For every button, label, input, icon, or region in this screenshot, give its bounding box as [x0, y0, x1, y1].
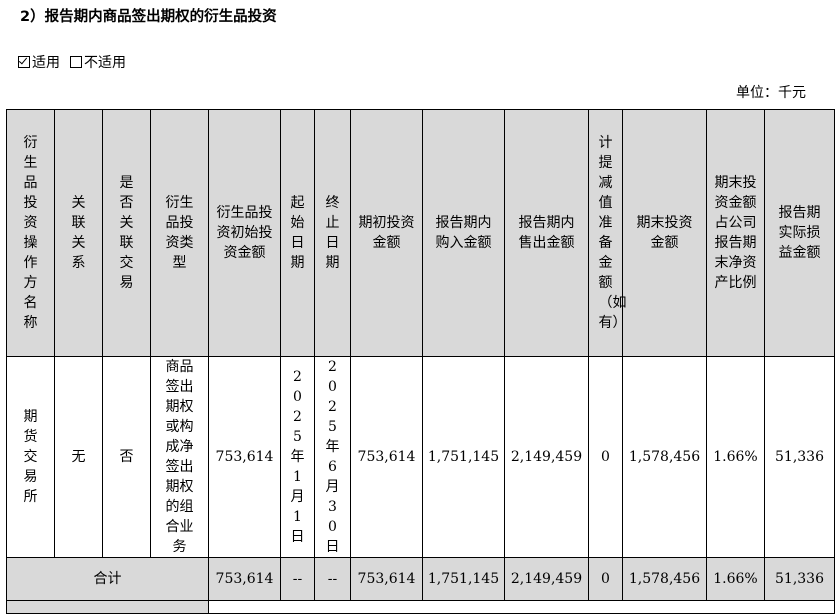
total-label: 合计 [6, 557, 209, 601]
column-header: 报告期内售出金额 [504, 109, 589, 357]
total-end-date: -- [314, 557, 351, 601]
total-closing-amount: 1,578,456 [622, 557, 707, 601]
start-date-cell: 2025年1月1日 [280, 356, 315, 558]
not-applicable-label: 不适用 [84, 55, 126, 71]
impairment-cell: 0 [588, 356, 623, 558]
purchased-cell: 1,751,145 [422, 356, 505, 558]
unit-label: 单位：千元 [736, 85, 806, 101]
column-header: 报告期实际损益金额 [764, 109, 835, 357]
ratio-cell: 1.66% [706, 356, 765, 558]
closing-amount-cell: 1,578,456 [622, 356, 707, 558]
total-sold: 2,149,459 [504, 557, 589, 601]
column-header: 关联关系 [54, 109, 103, 357]
section-heading: 2）报告期内商品签出期权的衍生品投资 [20, 9, 277, 25]
total-purchased: 1,751,145 [422, 557, 505, 601]
column-header: 期末投资金额 [622, 109, 707, 357]
column-header: 期初投资金额 [350, 109, 423, 357]
total-initial-amount: 753,614 [208, 557, 281, 601]
table-continuation-row [6, 600, 835, 614]
continuation-cell [208, 600, 835, 614]
sold-cell: 2,149,459 [504, 356, 589, 558]
unchecked-box-icon[interactable] [70, 56, 82, 68]
relation-cell: 无 [54, 356, 103, 558]
column-header: 衍生品投资初始投资金额 [208, 109, 281, 357]
opening-amount-cell: 753,614 [350, 356, 423, 558]
end-date-cell: 2025年6月30日 [314, 356, 351, 558]
column-header: 衍生品投资操作方名称 [6, 109, 55, 357]
column-header: 是否关联交易 [102, 109, 151, 357]
total-pnl: 51,336 [764, 557, 835, 601]
column-header: 计提减值准备金额（如有） [588, 109, 627, 357]
related-transaction-cell: 否 [102, 356, 151, 558]
column-header: 起始日期 [280, 109, 315, 357]
total-ratio: 1.66% [706, 557, 765, 601]
table-total-row: 合计 753,614 -- -- 753,614 1,751,145 2,149… [6, 557, 835, 601]
table-row: 期货交易所 无 否 商品签出期权或构成净签出期权的组合业务 753,614 20… [6, 356, 835, 558]
total-opening-amount: 753,614 [350, 557, 423, 601]
total-impairment: 0 [588, 557, 623, 601]
column-header: 期末投资金额占公司报告期末净资产比例 [706, 109, 765, 357]
total-start-date: -- [280, 557, 315, 601]
derivatives-table: 衍生品投资操作方名称 关联关系 是否关联交易 衍生品投资类型 衍生品投资初始投资… [6, 109, 835, 614]
operator-cell: 期货交易所 [6, 356, 55, 558]
column-header: 终止日期 [314, 109, 351, 357]
checked-box-icon[interactable] [18, 56, 30, 68]
column-header: 衍生品投资类型 [150, 109, 209, 357]
applicability-options: 适用 不适用 [18, 52, 126, 72]
applicable-label: 适用 [32, 55, 60, 71]
pnl-cell: 51,336 [764, 356, 835, 558]
initial-amount-cell: 753,614 [208, 356, 281, 558]
column-header: 报告期内购入金额 [422, 109, 505, 357]
type-cell: 商品签出期权或构成净签出期权的组合业务 [150, 356, 209, 558]
continuation-cell [6, 600, 209, 614]
table-header-row: 衍生品投资操作方名称 关联关系 是否关联交易 衍生品投资类型 衍生品投资初始投资… [6, 109, 835, 357]
